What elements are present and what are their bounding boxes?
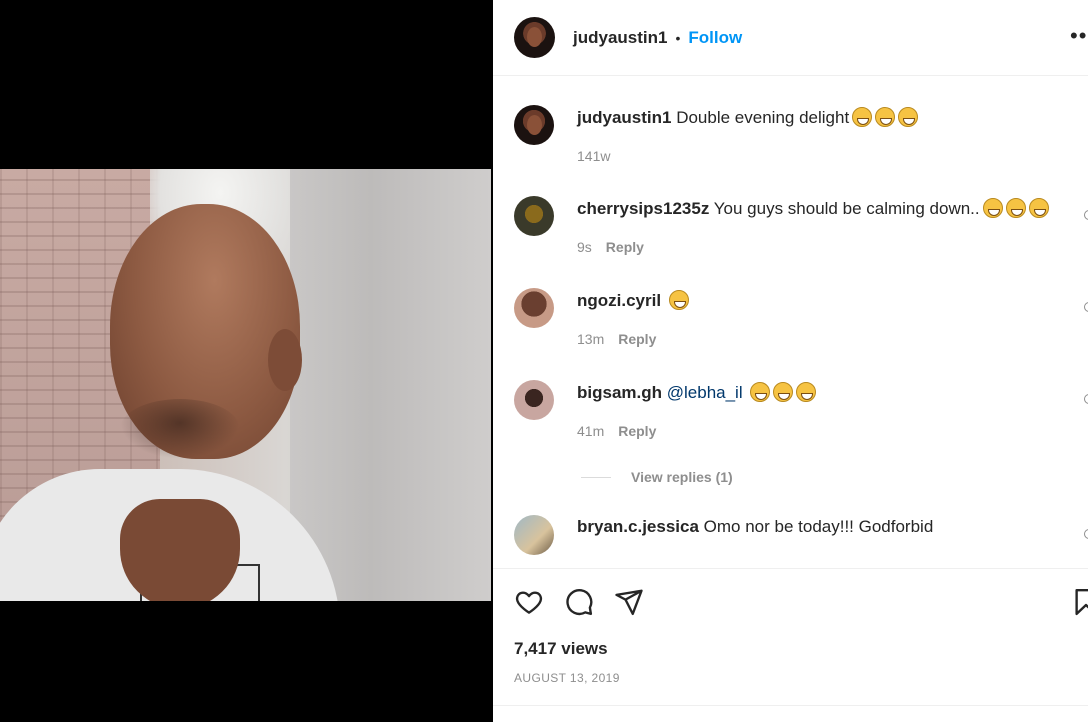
comment-username[interactable]: bigsam.gh: [577, 383, 662, 402]
comment-icon[interactable]: [564, 587, 594, 617]
post-side-pane: judyaustin1 • Follow •• judyaustin1 Doub…: [493, 0, 1088, 722]
comment-line: bryan.c.jessica Omo nor be today!!! Godf…: [577, 517, 933, 537]
reply-button[interactable]: Reply: [606, 239, 644, 255]
laugh-emoji-icon: [1028, 198, 1049, 218]
comment-username[interactable]: bryan.c.jessica: [577, 517, 699, 536]
media-pane: [0, 0, 493, 722]
laugh-emoji-icon: [1005, 198, 1026, 218]
comment-text: You guys should be calming down..: [713, 199, 980, 218]
heart-icon[interactable]: [514, 587, 544, 617]
person-beard: [120, 399, 240, 459]
comments-list[interactable]: judyaustin1 Double evening delight 141w …: [493, 77, 1088, 568]
views-count[interactable]: 7,417 views: [514, 639, 608, 659]
comment-line: bigsam.gh @lebha_il: [577, 382, 817, 403]
person-ear: [268, 329, 302, 391]
caption-avatar[interactable]: [514, 105, 554, 145]
author-username[interactable]: judyaustin1: [573, 28, 667, 48]
bookmark-icon[interactable]: [1071, 587, 1088, 617]
grin-emoji-icon: [875, 107, 896, 127]
share-icon[interactable]: [614, 587, 644, 617]
comment-avatar[interactable]: [514, 196, 554, 236]
caption-line: judyaustin1 Double evening delight: [577, 107, 919, 128]
person-neck: [120, 499, 240, 601]
post-actions-bar: 7,417 views AUGUST 13, 2019: [493, 568, 1088, 722]
more-options-icon[interactable]: ••: [1070, 25, 1087, 47]
comment-avatar[interactable]: [514, 515, 554, 555]
grin-emoji-icon: [898, 107, 919, 127]
header-separator: •: [675, 29, 681, 46]
laugh-emoji-icon: [668, 290, 689, 310]
caption-meta: 141w: [577, 148, 610, 164]
view-replies-dash: [581, 476, 611, 478]
comment-time[interactable]: 9s: [577, 239, 592, 255]
comment-meta: 41m Reply: [577, 423, 656, 439]
comment-line: cherrysips1235z You guys should be calmi…: [577, 198, 1049, 219]
divider: [493, 705, 1088, 706]
caption-username[interactable]: judyaustin1: [577, 108, 671, 127]
comment-avatar[interactable]: [514, 288, 554, 328]
comment-time[interactable]: 41m: [577, 423, 604, 439]
laugh-emoji-icon: [796, 382, 817, 402]
follow-button[interactable]: Follow: [688, 28, 742, 48]
video-player[interactable]: [0, 169, 491, 601]
view-replies-button[interactable]: View replies (1): [581, 469, 733, 485]
comment-like-icon[interactable]: [1084, 529, 1088, 539]
post-header: judyaustin1 • Follow ••: [493, 0, 1088, 76]
post-date[interactable]: AUGUST 13, 2019: [514, 671, 620, 685]
background-panel: [290, 169, 491, 601]
reply-button[interactable]: Reply: [618, 331, 656, 347]
comment-line: ngozi.cyril: [577, 290, 689, 311]
laugh-emoji-icon: [750, 382, 771, 402]
comment-username[interactable]: cherrysips1235z: [577, 199, 709, 218]
caption-time[interactable]: 141w: [577, 148, 610, 164]
author-avatar[interactable]: [514, 17, 555, 58]
comment-username[interactable]: ngozi.cyril: [577, 291, 661, 310]
comment-text: Omo nor be today!!! Godforbid: [703, 517, 934, 536]
view-replies-label: View replies (1): [631, 469, 733, 485]
grin-emoji-icon: [852, 107, 873, 127]
comment-avatar[interactable]: [514, 380, 554, 420]
comment-like-icon[interactable]: [1084, 210, 1088, 220]
comment-like-icon[interactable]: [1084, 394, 1088, 404]
comment-meta: 13m Reply: [577, 331, 656, 347]
caption-text: Double evening delight: [676, 108, 850, 127]
laugh-emoji-icon: [773, 382, 794, 402]
comment-meta: 9s Reply: [577, 239, 644, 255]
laugh-emoji-icon: [982, 198, 1003, 218]
comment-mention-link[interactable]: @lebha_il: [667, 383, 743, 402]
comment-time[interactable]: 13m: [577, 331, 604, 347]
reply-button[interactable]: Reply: [618, 423, 656, 439]
comment-like-icon[interactable]: [1084, 302, 1088, 312]
